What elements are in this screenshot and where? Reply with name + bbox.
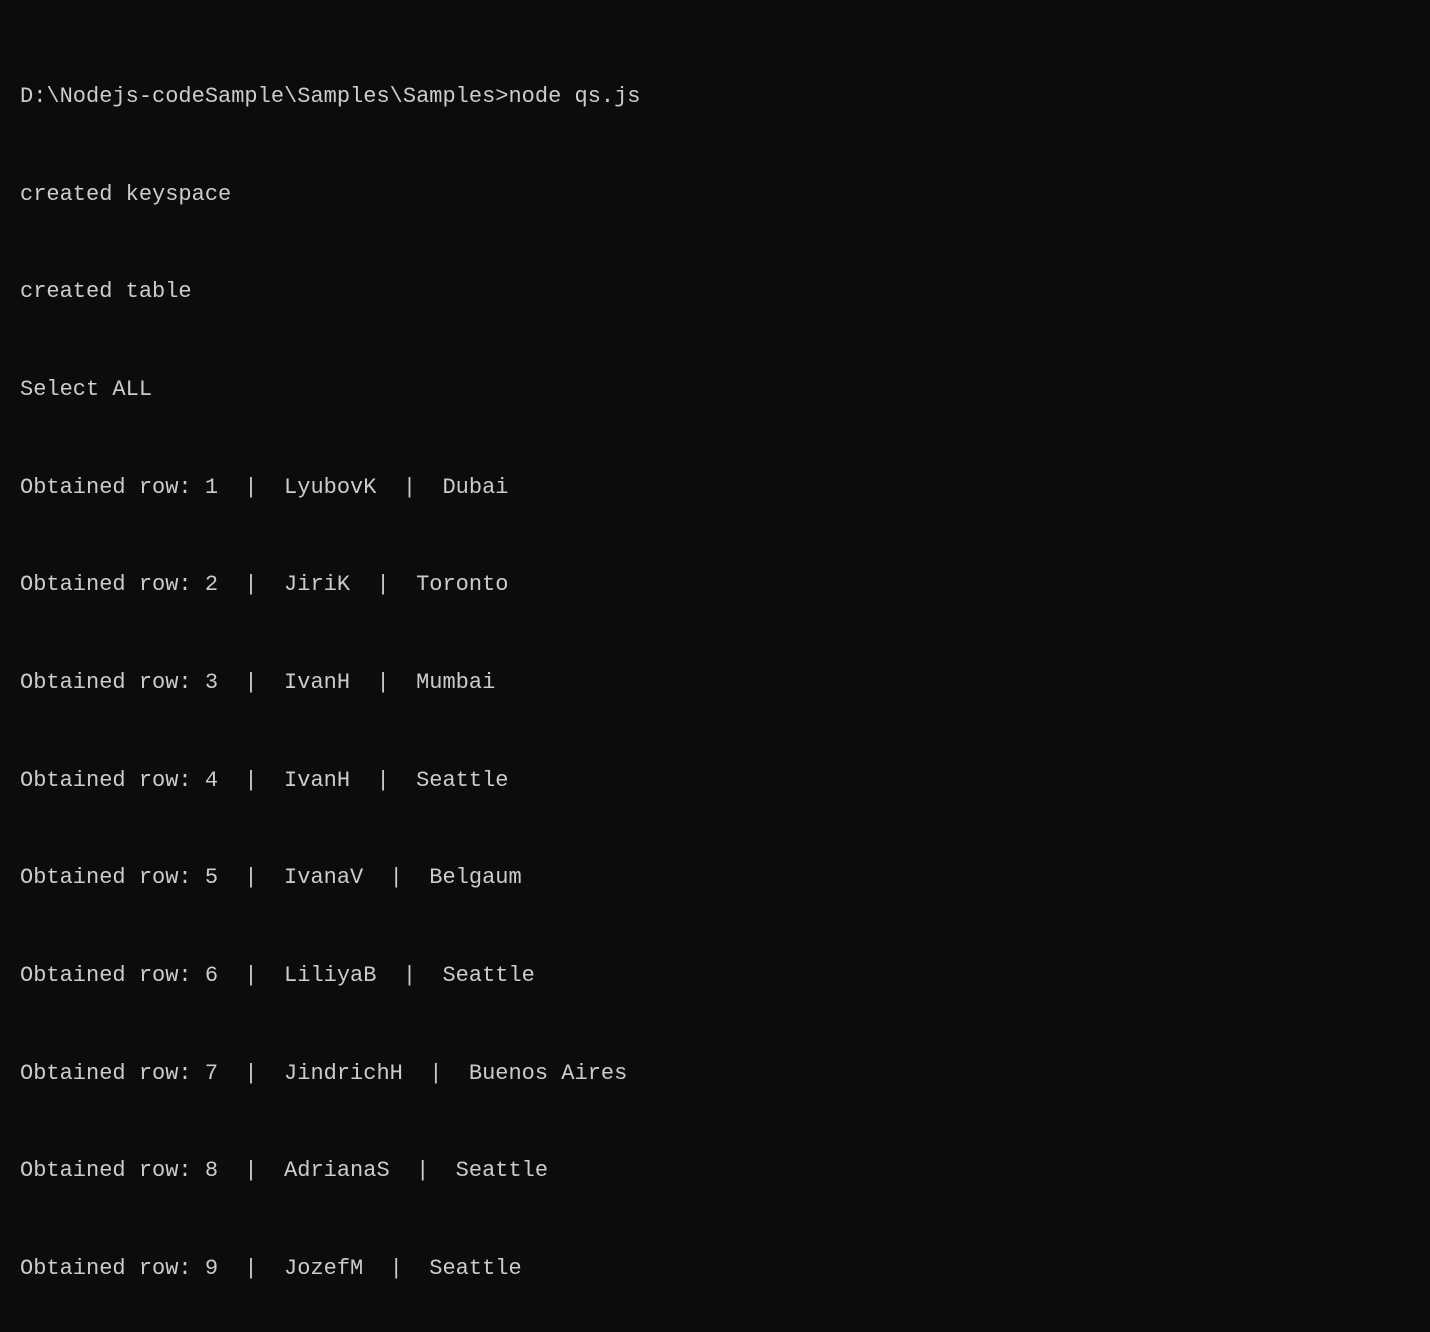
terminal-line-3: created table [20, 276, 1410, 309]
terminal-line-5: Obtained row: 1 | LyubovK | Dubai [20, 472, 1410, 505]
terminal-window: D:\Nodejs-codeSample\Samples\Samples>nod… [0, 0, 1430, 666]
terminal-line-2: created keyspace [20, 179, 1410, 212]
terminal-line-1: D:\Nodejs-codeSample\Samples\Samples>nod… [20, 81, 1410, 114]
terminal-line-12: Obtained row: 8 | AdrianaS | Seattle [20, 1155, 1410, 1188]
terminal-line-4: Select ALL [20, 374, 1410, 407]
terminal-line-11: Obtained row: 7 | JindrichH | Buenos Air… [20, 1058, 1410, 1091]
terminal-line-7: Obtained row: 3 | IvanH | Mumbai [20, 667, 1410, 700]
terminal-line-8: Obtained row: 4 | IvanH | Seattle [20, 765, 1410, 798]
terminal-line-9: Obtained row: 5 | IvanaV | Belgaum [20, 862, 1410, 895]
terminal-line-6: Obtained row: 2 | JiriK | Toronto [20, 569, 1410, 602]
terminal-line-10: Obtained row: 6 | LiliyaB | Seattle [20, 960, 1410, 993]
terminal-line-13: Obtained row: 9 | JozefM | Seattle [20, 1253, 1410, 1286]
